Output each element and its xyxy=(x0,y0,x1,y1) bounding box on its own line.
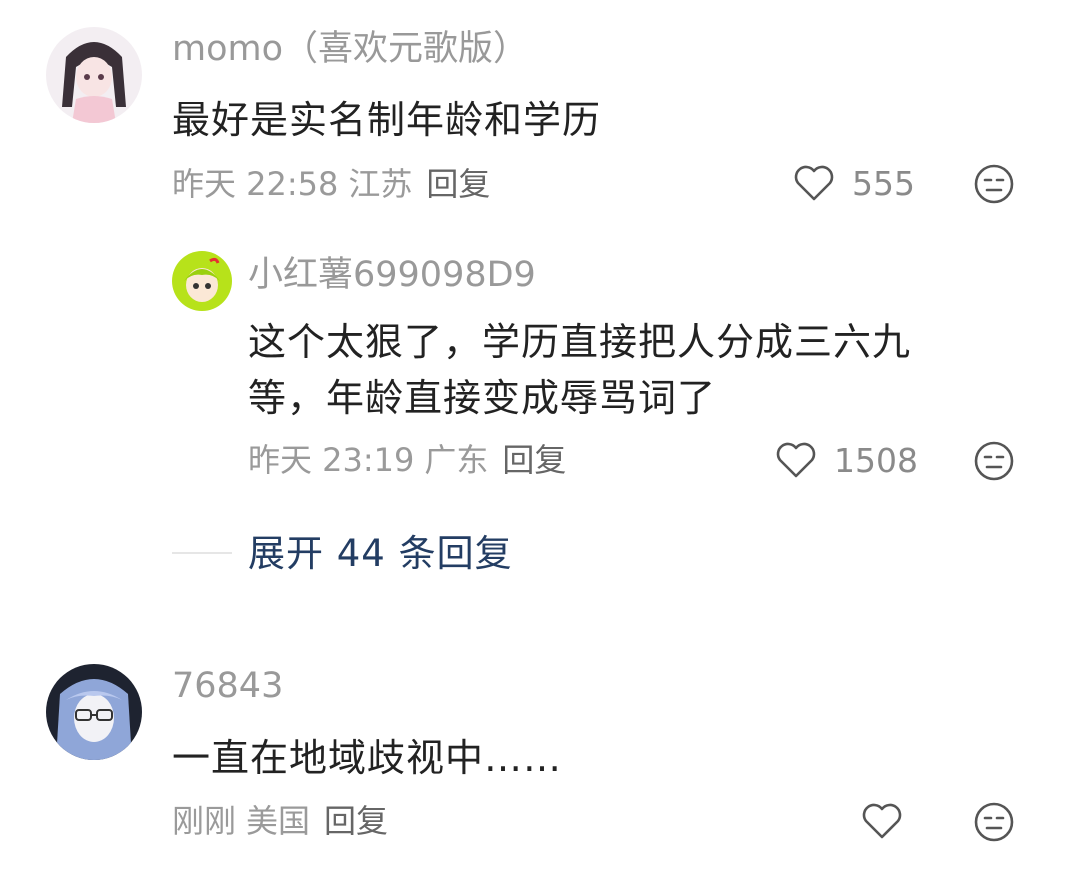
like-button[interactable] xyxy=(860,801,920,841)
heart-outline-icon xyxy=(794,165,834,201)
like-button[interactable]: 555 xyxy=(792,163,915,203)
reply-location: 广东 xyxy=(424,441,489,479)
meh-face-icon xyxy=(974,441,1014,481)
heart-outline-icon xyxy=(776,442,816,478)
comment-content: 一直在地域歧视中…… xyxy=(172,736,563,780)
avatar[interactable] xyxy=(46,664,142,760)
comment-time: 昨天 22:58 xyxy=(172,165,339,203)
reply-time: 昨天 23:19 xyxy=(248,441,415,479)
green-cartoon-avatar-icon xyxy=(172,251,232,311)
meh-face-icon xyxy=(974,164,1014,204)
comment-content: 最好是实名制年龄和学历 xyxy=(172,98,602,142)
comment-location: 江苏 xyxy=(348,165,413,203)
expand-divider xyxy=(172,552,232,554)
reply-username[interactable]: 小红薯699098D9 xyxy=(248,258,536,293)
comment-meta: 刚刚 美国 回复 xyxy=(172,805,388,837)
comment-meta: 昨天 22:58 江苏 回复 xyxy=(172,168,490,200)
comment-username[interactable]: 76843 xyxy=(172,669,283,704)
dislike-button[interactable] xyxy=(973,163,1015,205)
avatar[interactable] xyxy=(46,27,142,123)
anime-girl-avatar-icon xyxy=(46,27,142,123)
comment-location: 美国 xyxy=(246,802,311,840)
avatar[interactable] xyxy=(172,251,232,311)
meh-face-icon xyxy=(974,802,1014,842)
comment-time: 刚刚 xyxy=(172,802,237,840)
reply-button[interactable]: 回复 xyxy=(502,441,566,479)
heart-outline-icon xyxy=(862,803,902,839)
expand-replies-button[interactable]: 展开 44 条回复 xyxy=(248,535,513,572)
dislike-button[interactable] xyxy=(973,801,1015,843)
like-button[interactable]: 1508 xyxy=(774,440,918,480)
dislike-button[interactable] xyxy=(973,440,1015,482)
reply-content: 这个太狠了，学历直接把人分成三六九等，年龄直接变成辱骂词了 xyxy=(248,320,912,420)
like-count: 555 xyxy=(852,163,915,203)
blue-hair-glasses-avatar-icon xyxy=(46,664,142,760)
reply-button[interactable]: 回复 xyxy=(324,802,388,840)
like-count: 1508 xyxy=(834,440,918,480)
reply-meta: 昨天 23:19 广东 回复 xyxy=(248,444,566,476)
comment-username[interactable]: momo（喜欢元歌版） xyxy=(172,32,528,67)
reply-button[interactable]: 回复 xyxy=(426,165,490,203)
